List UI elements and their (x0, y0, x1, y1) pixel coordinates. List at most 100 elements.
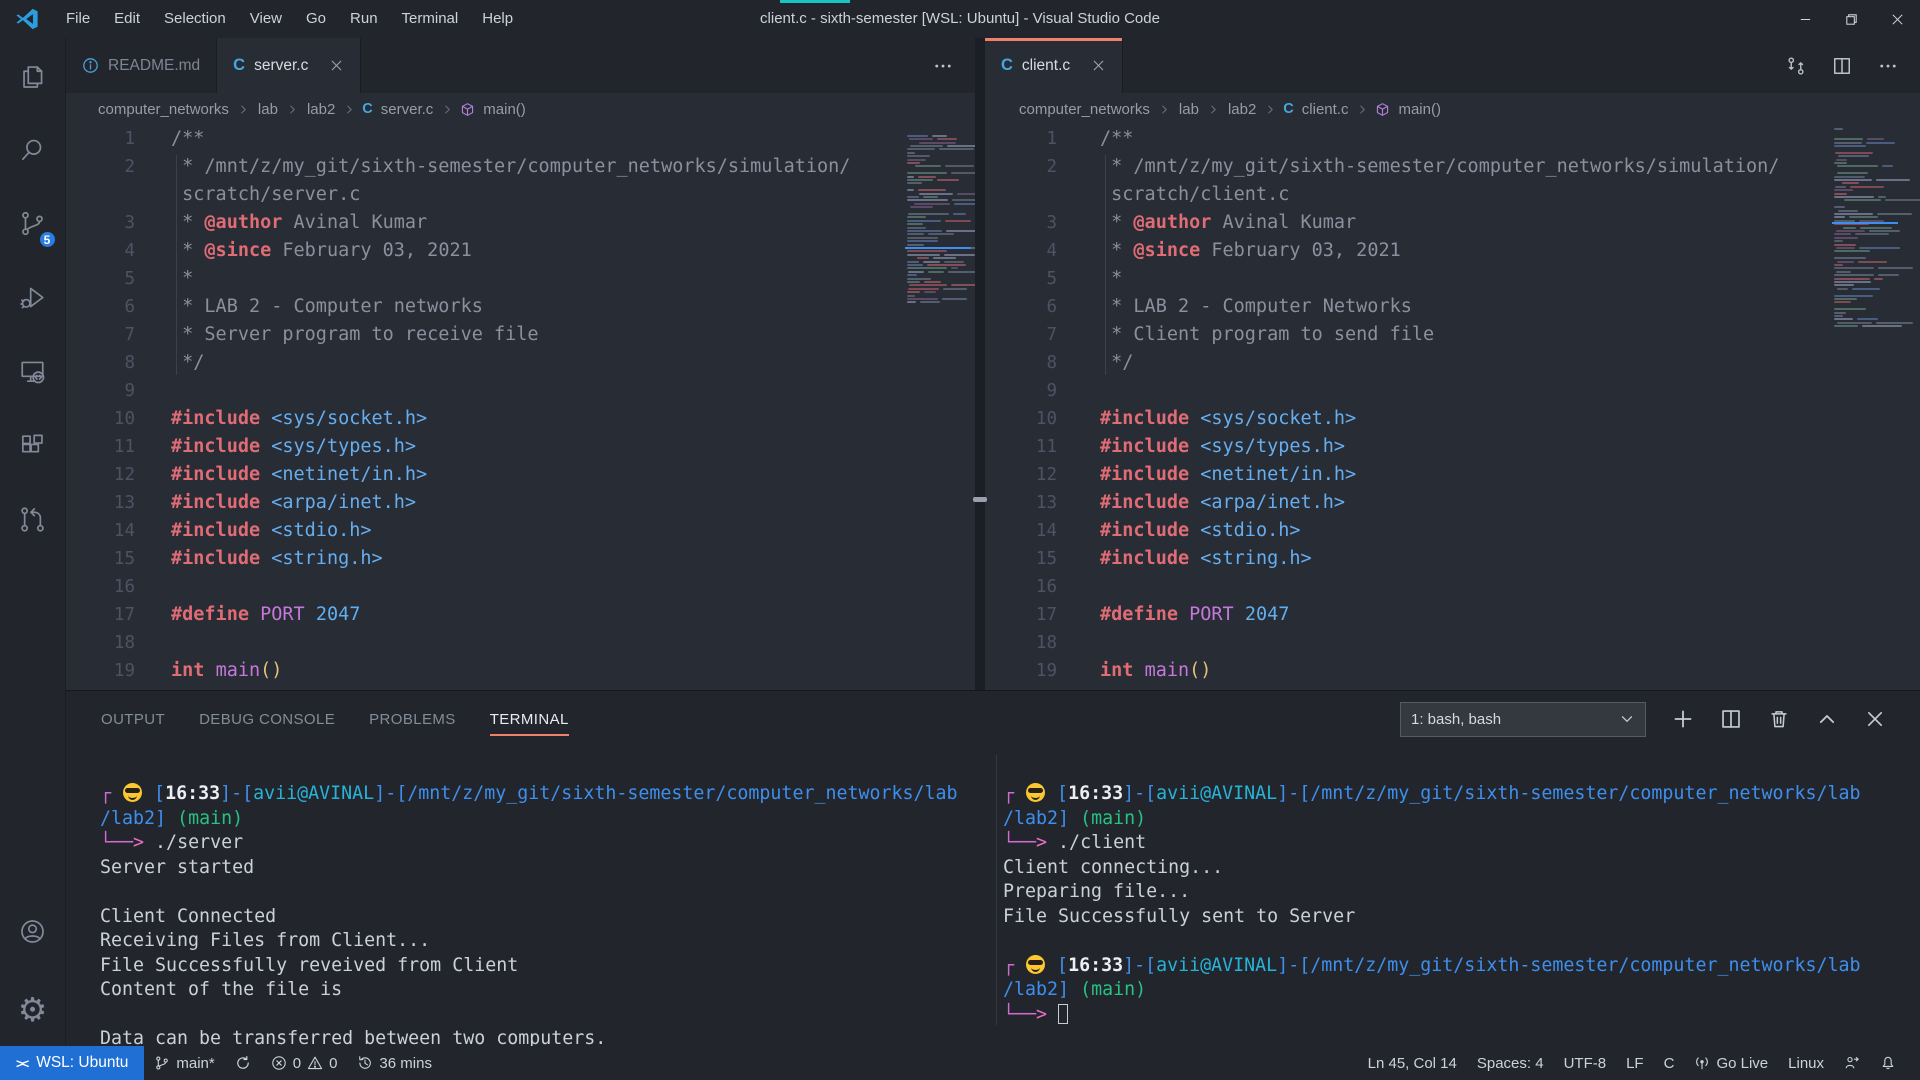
terminal-select-dropdown[interactable]: 1: bash, bash (1400, 702, 1646, 737)
terminal-line: Client connecting... (1003, 856, 1920, 881)
tab-server.c[interactable]: Cserver.c (217, 38, 361, 93)
activitybar-source-control[interactable]: 5 (0, 186, 66, 260)
activitybar-extensions[interactable] (0, 408, 66, 482)
activitybar-github-pr[interactable] (0, 482, 66, 556)
status-branch[interactable]: main* (144, 1046, 224, 1080)
maximize-panel[interactable] (1816, 708, 1838, 730)
panel-tab-debug-console[interactable]: DEBUG CONSOLE (199, 703, 335, 736)
code-editor[interactable]: 1/**2 * /mnt/z/my_git/sixth-semester/com… (66, 125, 975, 690)
menu-bar: FileEditSelectionViewGoRunTerminalHelp (54, 0, 525, 38)
activitybar-settings-gear[interactable]: ⚙ (0, 972, 66, 1046)
more-icon[interactable] (933, 56, 953, 76)
status-LF[interactable]: LF (1616, 1046, 1654, 1080)
status-sync[interactable] (225, 1046, 261, 1080)
split-editor-icon[interactable] (1832, 56, 1852, 76)
menu-run[interactable]: Run (338, 0, 390, 38)
code-editor[interactable]: 1/**2 * /mnt/z/my_git/sixth-semester/com… (985, 125, 1920, 690)
activitybar-run-debug[interactable] (0, 260, 66, 334)
tab-README.md[interactable]: README.md (66, 38, 217, 93)
code-line: 10#include <sys/socket.h> (985, 405, 1920, 433)
close-panel[interactable] (1864, 708, 1886, 730)
line-number: 17 (985, 601, 1057, 629)
minimap[interactable] (1832, 125, 1902, 690)
terminal-line (100, 880, 996, 905)
status-Ln 45, Col 14[interactable]: Ln 45, Col 14 (1358, 1046, 1467, 1080)
activitybar-account[interactable] (0, 894, 66, 968)
code-line: 17#define PORT 2047 (985, 601, 1920, 629)
code-line: 2 * /mnt/z/my_git/sixth-semester/compute… (985, 153, 1920, 181)
status-history[interactable]: 36 mins (347, 1046, 442, 1080)
editor-sash-handle[interactable] (973, 497, 987, 502)
symbol-method-icon (460, 102, 475, 117)
breadcrumb-item[interactable]: main() (1396, 101, 1443, 118)
close-window-button[interactable] (1874, 0, 1920, 38)
line-number: 15 (985, 545, 1057, 573)
close-tab-icon[interactable] (329, 58, 344, 73)
breadcrumb-item[interactable]: computer_networks (1017, 101, 1152, 118)
panel-tab-problems[interactable]: PROBLEMS (369, 703, 456, 736)
status-bell[interactable] (1870, 1046, 1906, 1080)
status-feedback[interactable] (1834, 1046, 1870, 1080)
code-line: 11#include <sys/types.h> (66, 433, 975, 461)
remote-indicator[interactable]: >< WSL: Ubuntu (0, 1046, 144, 1080)
code-line: 1/** (66, 125, 975, 153)
breadcrumb-item[interactable]: client.c (1300, 101, 1351, 118)
activitybar-search[interactable] (0, 112, 66, 186)
split-terminal[interactable] (1720, 708, 1742, 730)
gear-icon: ⚙ (18, 993, 48, 1026)
breadcrumb-item[interactable]: lab (256, 101, 280, 118)
panel-tab-output[interactable]: OUTPUT (101, 703, 165, 736)
status-C[interactable]: C (1654, 1046, 1685, 1080)
restore-button[interactable] (1828, 0, 1874, 38)
menu-help[interactable]: Help (470, 0, 525, 38)
terminal-line: /lab2] (main) (1003, 807, 1920, 832)
breadcrumb-item[interactable]: main() (481, 101, 528, 118)
code-line: scratch/server.c (66, 181, 975, 209)
code-line: 8 */ (985, 349, 1920, 377)
breadcrumb-item[interactable]: lab2 (1226, 101, 1258, 118)
activitybar-files[interactable] (0, 38, 66, 112)
breadcrumb-item[interactable]: server.c (379, 101, 436, 118)
menu-view[interactable]: View (238, 0, 294, 38)
breadcrumb-separator-icon (1265, 104, 1276, 115)
minimize-button[interactable] (1782, 0, 1828, 38)
line-number (66, 181, 135, 209)
new-terminal[interactable] (1672, 708, 1694, 730)
activitybar-remote-explorer[interactable] (0, 334, 66, 408)
code-line: 3 * @author Avinal Kumar (985, 209, 1920, 237)
terminal-pane-right[interactable]: ┌ [16:33]-[avii@AVINAL]-[/mnt/z/my_git/s… (997, 747, 1920, 1046)
editor-group-divider[interactable] (975, 38, 985, 690)
code-line: 7 * Server program to receive file (66, 321, 975, 349)
line-number: 16 (66, 573, 135, 601)
status-UTF-8[interactable]: UTF-8 (1554, 1046, 1617, 1080)
breadcrumb-item[interactable]: lab (1177, 101, 1201, 118)
status-Spaces: 4[interactable]: Spaces: 4 (1467, 1046, 1554, 1080)
terminal-line: └──> ./server (100, 831, 996, 856)
breadcrumb-item[interactable]: lab2 (305, 101, 337, 118)
status-error[interactable]: 00 (261, 1046, 348, 1080)
status-Linux[interactable]: Linux (1778, 1046, 1834, 1080)
breadcrumb-item[interactable]: computer_networks (96, 101, 231, 118)
panel-tab-terminal[interactable]: TERMINAL (490, 703, 569, 736)
status-left-items: main* 0036 mins (144, 1046, 442, 1080)
code-line: 3 * @author Avinal Kumar (66, 209, 975, 237)
tab-client.c[interactable]: Cclient.c (985, 38, 1123, 93)
terminal-line: Content of the file is (100, 978, 996, 1003)
terminal-pane-left[interactable]: ┌ [16:33]-[avii@AVINAL]-[/mnt/z/my_git/s… (66, 747, 996, 1046)
terminal-line: └──> (1003, 1003, 1920, 1028)
close-tab-icon[interactable] (1091, 58, 1106, 73)
menu-terminal[interactable]: Terminal (390, 0, 471, 38)
code-line: 6 * LAB 2 - Computer Networks (985, 293, 1920, 321)
menu-edit[interactable]: Edit (102, 0, 152, 38)
line-number: 11 (985, 433, 1057, 461)
more-icon[interactable] (1878, 56, 1898, 76)
status-Go Live[interactable]: Go Live (1684, 1046, 1778, 1080)
menu-file[interactable]: File (54, 0, 102, 38)
minimap[interactable] (905, 125, 975, 690)
code-line: 4 * @since February 03, 2021 (66, 237, 975, 265)
open-changes-icon[interactable] (1786, 56, 1806, 76)
kill-terminal[interactable] (1768, 708, 1790, 730)
menu-selection[interactable]: Selection (152, 0, 238, 38)
menu-go[interactable]: Go (294, 0, 338, 38)
line-number: 18 (66, 629, 135, 657)
